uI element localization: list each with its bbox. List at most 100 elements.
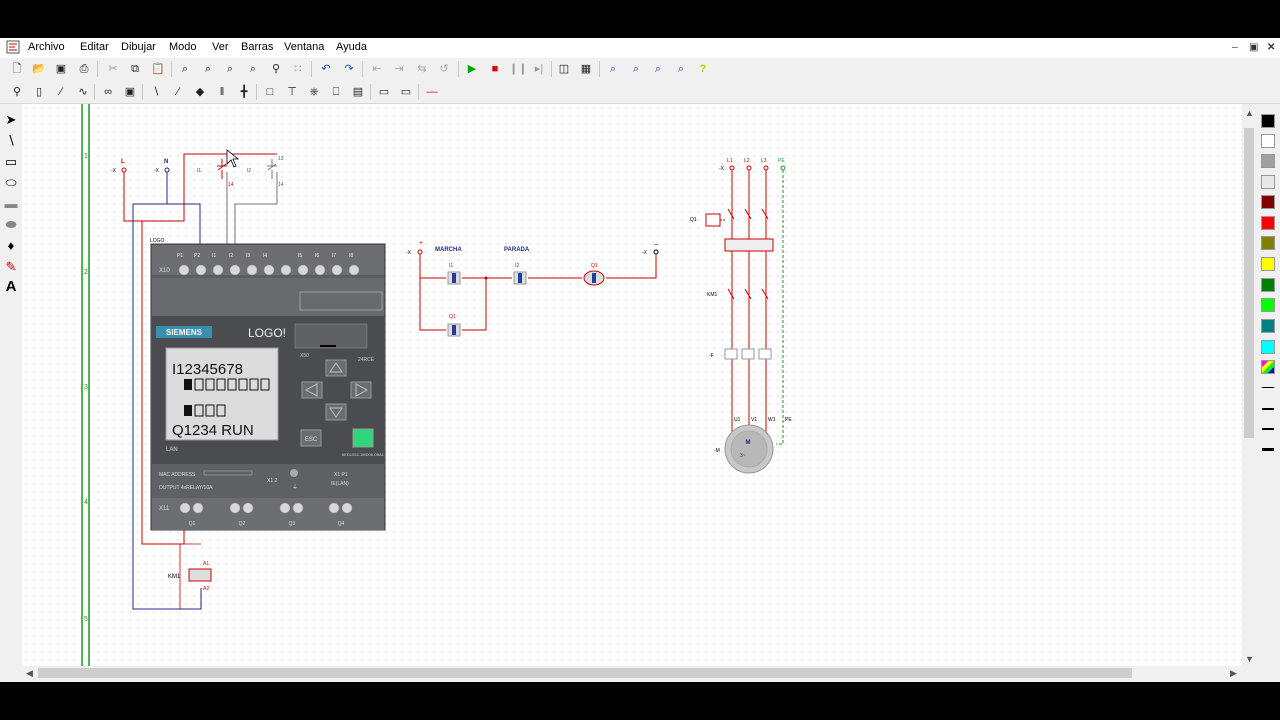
color-swatch[interactable] xyxy=(1261,257,1275,271)
menu-editar[interactable]: Editar xyxy=(80,41,109,53)
color-swatch[interactable] xyxy=(1261,319,1275,333)
input-label: I8 xyxy=(349,253,353,259)
color-swatch[interactable] xyxy=(1261,154,1275,168)
cut-icon[interactable]: ✂ xyxy=(105,61,121,77)
zoom-minus-icon[interactable]: ⌕ xyxy=(673,61,689,77)
switch-nc-icon[interactable]: ∕ xyxy=(170,84,186,100)
line-icon[interactable]: ∖ xyxy=(3,133,19,149)
align-left-icon[interactable]: ⇤ xyxy=(369,61,385,77)
display2-icon[interactable]: ▭ xyxy=(398,84,414,100)
logo-tag: LOGO xyxy=(150,238,165,244)
color-swatch[interactable] xyxy=(1261,195,1275,209)
menu-barras[interactable]: Barras xyxy=(241,41,273,53)
vertical-scrollbar[interactable]: ▲ ▼ xyxy=(1242,104,1256,666)
ellipse-icon[interactable]: ⬭ xyxy=(3,175,19,191)
rectangle-icon[interactable]: ▭ xyxy=(3,154,19,170)
network-icon[interactable]: ▦ xyxy=(578,61,594,77)
find-icon[interactable]: ⚲ xyxy=(268,61,284,77)
color-swatch[interactable] xyxy=(1261,278,1275,292)
open-icon[interactable]: 📂 xyxy=(31,61,47,77)
line-width-3[interactable] xyxy=(1262,428,1274,430)
menu-modo[interactable]: Modo xyxy=(169,41,197,53)
redo-icon[interactable]: ↷ xyxy=(341,61,357,77)
wire-icon[interactable]: — xyxy=(424,84,440,100)
coil-km1[interactable] xyxy=(188,568,212,582)
paste-icon[interactable]: 📋 xyxy=(150,61,166,77)
color-swatch[interactable] xyxy=(1261,298,1275,312)
transformer-icon[interactable]: ▣ xyxy=(122,84,138,100)
restore-icon[interactable]: ▣ xyxy=(1249,42,1258,53)
zoom-window-icon[interactable]: ⌕ xyxy=(177,61,193,77)
filled-rectangle-icon[interactable]: ▬ xyxy=(3,196,19,212)
menu-ventana[interactable]: Ventana xyxy=(284,41,324,53)
multicolor-icon[interactable] xyxy=(1261,360,1275,374)
scroll-up-icon[interactable]: ▲ xyxy=(1245,108,1254,118)
vertical-scroll-thumb[interactable] xyxy=(1244,128,1254,438)
horizontal-scrollbar[interactable]: ◀ ▶ xyxy=(22,666,1242,680)
filled-ellipse-icon[interactable]: ⬬ xyxy=(3,217,19,233)
fuse-icon[interactable]: ▯ xyxy=(31,84,47,100)
color-swatch[interactable] xyxy=(1261,134,1275,148)
logo-module[interactable]: X10 P1 P2 I1 I2 I3 I4 I5 I6 I7 I8 SIEMEN… xyxy=(150,243,386,531)
new-icon[interactable]: 🗋 xyxy=(9,61,25,77)
zoom-out-icon[interactable]: ⌕ xyxy=(628,61,644,77)
color-swatch[interactable] xyxy=(1261,236,1275,250)
terminal-icon[interactable]: □ xyxy=(262,84,278,100)
drawing-canvas[interactable]: 1 2 3 4 5 L N -X -X I1 I2 13 14 14 LOGO … xyxy=(22,104,1242,666)
coil-icon[interactable]: ∞ xyxy=(100,84,116,100)
diode-icon[interactable]: ◆ xyxy=(192,84,208,100)
zoom-select-icon[interactable]: ⌕ xyxy=(245,61,261,77)
color-swatch[interactable] xyxy=(1261,114,1275,128)
zoom-fit-icon[interactable]: ⌕ xyxy=(222,61,238,77)
menu-archivo[interactable]: Archivo xyxy=(28,41,65,53)
horizontal-scroll-thumb[interactable] xyxy=(38,668,1132,678)
switch-no-icon[interactable]: ∖ xyxy=(148,84,164,100)
connector-icon[interactable]: ⊤ xyxy=(284,84,300,100)
menu-dibujar[interactable]: Dibujar xyxy=(121,41,156,53)
fill-icon[interactable]: ♦ xyxy=(3,238,19,254)
pen-icon[interactable]: ✎ xyxy=(3,259,19,275)
stop-icon[interactable]: ■ xyxy=(487,61,503,77)
ok-button[interactable] xyxy=(352,428,374,448)
pause-icon[interactable]: ❙❙ xyxy=(509,61,527,77)
line-width-2[interactable] xyxy=(1262,408,1274,410)
line-width-1[interactable] xyxy=(1262,387,1274,388)
play-icon[interactable]: ▶ xyxy=(464,61,480,77)
close-icon[interactable]: ✕ xyxy=(1267,42,1275,53)
rotate-icon[interactable]: ↺ xyxy=(436,61,452,77)
zoom-in-icon[interactable]: ⌕ xyxy=(605,61,621,77)
capacitor-icon[interactable]: ‖ xyxy=(214,84,230,100)
save-icon[interactable]: ▣ xyxy=(53,61,69,77)
contact-icon[interactable]: ∕ xyxy=(53,84,69,100)
timer-icon[interactable]: ⎈ xyxy=(306,84,322,100)
color-swatch[interactable] xyxy=(1261,175,1275,189)
copy-icon[interactable]: ⧉ xyxy=(127,61,143,77)
zoom-area-icon[interactable]: ⌕ xyxy=(200,61,216,77)
lamp-icon[interactable]: ⚲ xyxy=(9,84,25,100)
color-swatch[interactable] xyxy=(1261,340,1275,354)
undo-icon[interactable]: ↶ xyxy=(318,61,334,77)
color-swatch[interactable] xyxy=(1261,216,1275,230)
scroll-down-icon[interactable]: ▼ xyxy=(1245,654,1254,664)
line-width-4[interactable] xyxy=(1262,448,1274,451)
plc-icon[interactable]: ▤ xyxy=(350,84,366,100)
minimize-icon[interactable]: – xyxy=(1232,42,1238,53)
help-icon[interactable]: ? xyxy=(695,61,711,77)
scroll-left-icon[interactable]: ◀ xyxy=(26,668,33,679)
text-icon[interactable]: A xyxy=(3,279,19,295)
scroll-right-icon[interactable]: ▶ xyxy=(1230,668,1237,679)
menu-ayuda[interactable]: Ayuda xyxy=(336,41,367,53)
print-icon[interactable]: ⎙ xyxy=(76,61,92,77)
resistor-icon[interactable]: ∿ xyxy=(75,84,91,100)
display-icon[interactable]: ▭ xyxy=(376,84,392,100)
align-right-icon[interactable]: ⇥ xyxy=(391,61,407,77)
relay-icon[interactable]: ╋ xyxy=(236,84,252,100)
pointer-icon[interactable]: ➤ xyxy=(3,112,19,128)
step-icon[interactable]: ▸| xyxy=(531,61,547,77)
menu-ver[interactable]: Ver xyxy=(212,41,229,53)
zoom-plus-icon[interactable]: ⌕ xyxy=(650,61,666,77)
flip-icon[interactable]: ⇆ xyxy=(414,61,430,77)
grid-icon[interactable]: ∷ xyxy=(290,61,306,77)
monitor-icon[interactable]: ◫ xyxy=(556,61,572,77)
counter-icon[interactable]: ⎕ xyxy=(328,84,344,100)
